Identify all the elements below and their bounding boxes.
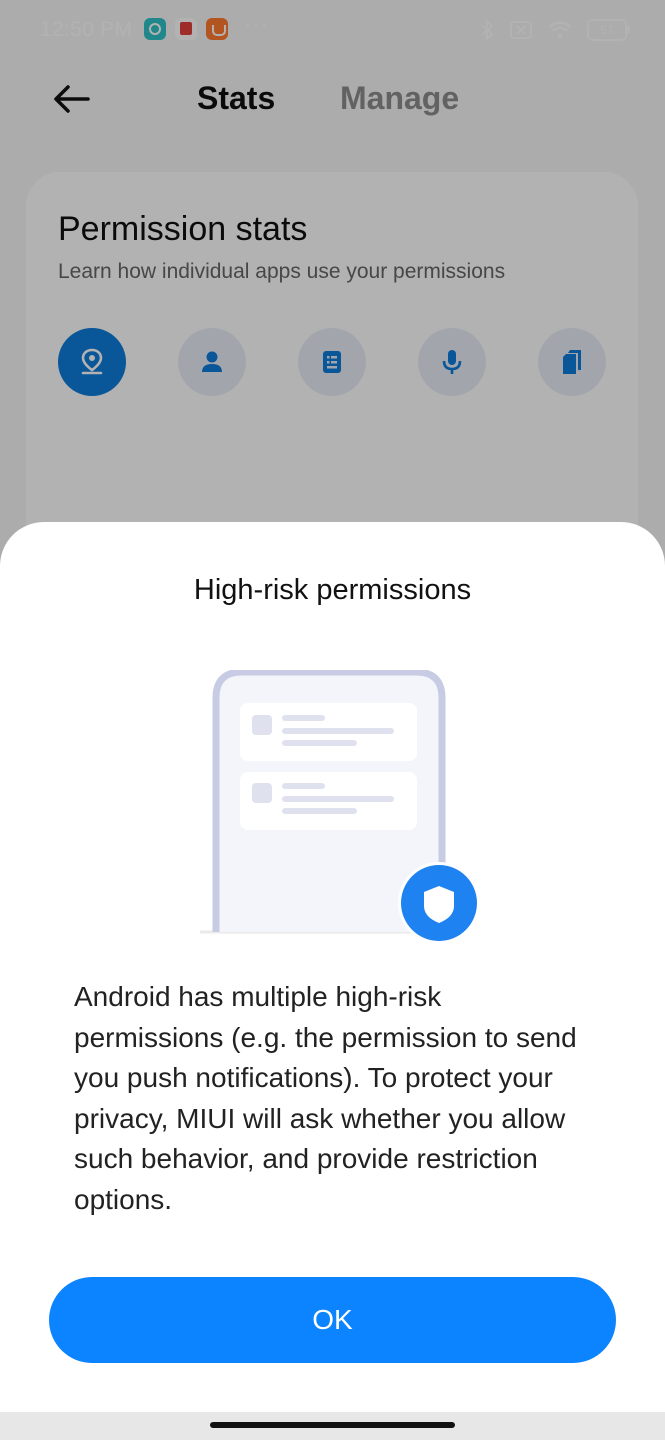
ok-button[interactable]: OK xyxy=(49,1277,616,1363)
home-gesture-handle[interactable] xyxy=(210,1422,455,1428)
navigation-bar xyxy=(0,1412,665,1440)
dialog-body: Android has multiple high-risk permissio… xyxy=(74,981,577,1215)
dialog-title: High-risk permissions xyxy=(193,574,472,606)
high-risk-permissions-dialog: High-risk permissions Android has multip… xyxy=(0,522,665,1412)
phone-shield-icon xyxy=(200,668,480,944)
phone-shield-illustration xyxy=(196,668,486,944)
screen: 12:50 PM ··· 57 Stats Manage Permission … xyxy=(0,0,665,1440)
